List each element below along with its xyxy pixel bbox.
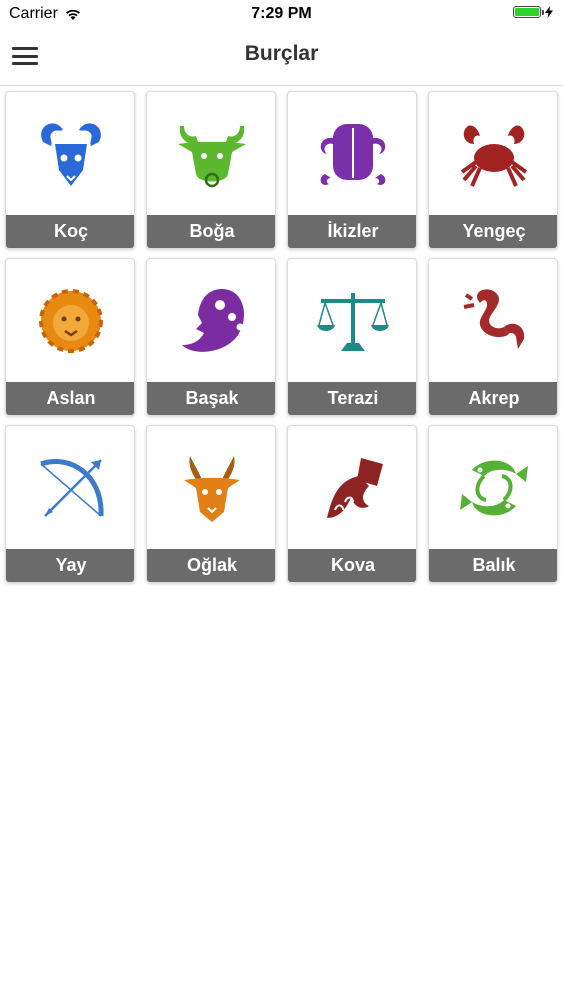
zodiac-card-label: Akrep [429,382,557,415]
zodiac-card[interactable]: Terazi [287,258,417,416]
zodiac-card-label: İkizler [288,215,416,248]
pisces-fish-icon [429,426,557,550]
sagittarius-bow-icon [6,426,134,550]
taurus-bull-icon [147,92,275,216]
zodiac-card[interactable]: Boğa [146,91,276,249]
zodiac-card[interactable]: Aslan [5,258,135,416]
navigation-bar: Burçlar [0,30,563,86]
zodiac-card[interactable]: Yengeç [428,91,558,249]
zodiac-card-label: Yay [6,549,134,582]
zodiac-card-label: Aslan [6,382,134,415]
zodiac-card[interactable]: Yay [5,425,135,583]
virgo-maiden-icon [147,259,275,383]
capricorn-goat-icon [147,426,275,550]
charging-bolt-icon [545,6,553,18]
zodiac-grid: Koç Boğa İkizler Yengeç Aslan Başak Tera… [5,91,558,583]
page-title: Burçlar [244,42,319,65]
battery-indicator [513,6,553,18]
zodiac-card[interactable]: Kova [287,425,417,583]
zodiac-card[interactable]: İkizler [287,91,417,249]
zodiac-card-label: Balık [429,549,557,582]
zodiac-card-label: Boğa [147,215,275,248]
zodiac-card-label: Başak [147,382,275,415]
aquarius-water-bearer-icon [288,426,416,550]
zodiac-card[interactable]: Başak [146,258,276,416]
aries-ram-icon [6,92,134,216]
zodiac-card[interactable]: Balık [428,425,558,583]
zodiac-card[interactable]: Koç [5,91,135,249]
zodiac-card-label: Koç [6,215,134,248]
scorpio-scorpion-icon [429,259,557,383]
zodiac-card-label: Terazi [288,382,416,415]
zodiac-card-label: Yengeç [429,215,557,248]
gemini-twins-icon [288,92,416,216]
battery-icon [513,6,544,18]
status-bar: Carrier 7:29 PM [0,0,563,30]
zodiac-card[interactable]: Akrep [428,258,558,416]
battery-fill [515,8,539,16]
cancer-crab-icon [429,92,557,216]
leo-lion-icon [6,259,134,383]
status-time: 7:29 PM [251,5,312,22]
libra-scales-icon [288,259,416,383]
zodiac-card[interactable]: Oğlak [146,425,276,583]
zodiac-card-label: Kova [288,549,416,582]
zodiac-card-label: Oğlak [147,549,275,582]
